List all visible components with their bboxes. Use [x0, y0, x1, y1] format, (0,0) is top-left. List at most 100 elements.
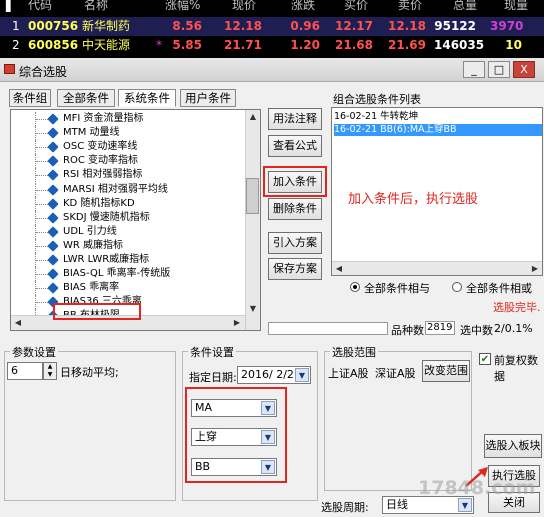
indicator-tree[interactable]: MFI 资金流量指标 MTM 动量线 OSC 变动速率线 ROC 变动率指标 RSI 相… [10, 109, 261, 331]
import-plan-button[interactable]: 引入方案 [268, 232, 322, 254]
row-price: 21.71 [224, 38, 262, 52]
scroll-right-icon[interactable]: ▶ [230, 316, 244, 330]
tree-item-label: OSC 变动速率线 [63, 141, 138, 153]
date-dropdown-icon[interactable]: ▼ [295, 368, 309, 382]
annotation-text: 加入条件后，执行选股 [348, 192, 479, 207]
row-vol: 146035 [434, 38, 485, 52]
row-pct: 8.56 [172, 19, 202, 33]
tree-item-label: LWR LWR威廉指标 [63, 254, 150, 265]
scroll-left-icon[interactable]: ◀ [11, 316, 25, 330]
chevron-down-icon[interactable]: ▼ [458, 498, 472, 512]
scroll-up-icon[interactable]: ▲ [246, 110, 260, 124]
row-pct: 5.85 [172, 38, 202, 52]
header-chg: 涨跌 [291, 0, 316, 12]
dialog-titlebar[interactable]: 综合选股 _ □ X [0, 58, 544, 82]
delete-condition-button[interactable]: 删除条件 [268, 198, 322, 220]
row-flag: * [156, 38, 162, 52]
row-index: 2 [12, 38, 20, 52]
param-desc: 日移动平均; [60, 366, 119, 379]
indicator-icon [47, 141, 59, 153]
indicator-icon [47, 254, 59, 266]
tree-vertical-scrollbar[interactable]: ▲ ▼ [245, 110, 260, 330]
row-ask: 21.69 [388, 38, 426, 52]
param-spinner[interactable]: ▲ ▼ [43, 362, 57, 380]
row-price: 12.18 [224, 19, 262, 33]
tree-item-label: MARSI 相对强弱平均线 [63, 183, 168, 195]
quote-row[interactable]: 2 600856 中天能源 * 5.85 21.71 1.20 21.68 21… [0, 36, 544, 55]
period-value: 日线 [386, 498, 408, 511]
param-value-input[interactable]: 6 [7, 362, 43, 380]
select-operator[interactable]: 上穿 ▼ [191, 428, 277, 446]
usage-notes-button[interactable]: 用法注释 [268, 108, 322, 130]
quote-row[interactable]: 1 000756 新华制药 8.56 12.18 0.96 12.17 12.1… [0, 17, 544, 36]
scroll-right-icon[interactable]: ▶ [528, 262, 542, 276]
tab-user-conditions[interactable]: 用户条件 [180, 89, 236, 107]
indicator-icon [47, 113, 59, 125]
tree-item-label: UDL 引力线 [63, 225, 117, 237]
row-cur: 10 [505, 38, 522, 52]
combo-list-label: 组合选股条件列表 [333, 93, 421, 106]
list-item[interactable]: 16-02-21 BB(6):MA上穿BB [334, 124, 542, 136]
add-to-board-button[interactable]: 选股入板块 [484, 434, 542, 458]
count-label: 品种数 [391, 324, 424, 337]
row-code: 000756 [28, 19, 79, 33]
header-ask: 卖价 [398, 0, 423, 12]
chevron-down-icon[interactable]: ▼ [261, 460, 275, 474]
indicator-icon [47, 282, 59, 294]
indicator-icon [47, 268, 59, 280]
watermark: 17848.com [418, 477, 536, 499]
select-a-value: MA [195, 401, 213, 414]
view-formula-button[interactable]: 查看公式 [268, 135, 322, 157]
change-range-button[interactable]: 改变范围 [422, 360, 470, 382]
maximize-button[interactable]: □ [488, 61, 510, 78]
scroll-down-icon[interactable]: ▼ [246, 302, 260, 316]
tab-all-conditions[interactable]: 全部条件 [57, 89, 115, 107]
minimize-button[interactable]: _ [463, 61, 485, 78]
header-pct: 涨幅% [165, 0, 201, 12]
radio-or[interactable] [452, 282, 462, 292]
range-sz: 深证A股 [375, 367, 416, 380]
save-plan-button[interactable]: 保存方案 [268, 258, 322, 280]
select-op-value: 上穿 [195, 430, 217, 443]
row-chg: 1.20 [290, 38, 320, 52]
indicator-icon [47, 197, 59, 210]
radio-or-label: 全部条件相或 [466, 282, 532, 295]
row-cur: 3970 [490, 19, 524, 33]
prior-rights-checkbox[interactable]: ✔ [479, 353, 491, 365]
date-value: 2016/ 2/21 [241, 368, 301, 381]
select-indicator-a[interactable]: MA ▼ [191, 399, 277, 417]
close-window-button[interactable]: X [513, 61, 535, 78]
row-name: 中天能源 [82, 38, 131, 52]
highlight-bb-indicator [53, 303, 141, 320]
select-indicator-b[interactable]: BB ▼ [191, 458, 277, 476]
radio-and[interactable] [350, 282, 360, 292]
header-index-marker: ▌ [6, 0, 16, 12]
tree-item-label: MFI 资金流量指标 [63, 113, 144, 124]
tree-item-label: ROC 变动率指标 [63, 155, 138, 167]
list-horizontal-scrollbar[interactable]: ◀ ▶ [332, 261, 542, 275]
header-bid: 买价 [344, 0, 369, 12]
quote-table-header: ▌ 代码 名称 涨幅% 现价 涨跌 买价 卖价 总量 现量 [0, 0, 544, 15]
radio-and-label: 全部条件相与 [364, 282, 430, 295]
header-code: 代码 [28, 0, 53, 12]
indicator-icon [47, 212, 59, 224]
scroll-left-icon[interactable]: ◀ [332, 262, 346, 276]
scroll-thumb[interactable] [246, 178, 259, 214]
row-ask: 12.18 [388, 19, 426, 33]
date-picker[interactable]: 2016/ 2/21 ▼ [237, 366, 311, 384]
tab-system-conditions[interactable]: 系统条件 [118, 89, 176, 107]
indicator-icon [47, 183, 59, 196]
list-item[interactable]: 16-02-21 牛转乾坤 [334, 111, 418, 123]
row-code: 600856 [28, 38, 79, 52]
chevron-down-icon[interactable]: ▼ [261, 401, 275, 415]
indicator-icon [47, 240, 59, 252]
tree-item-label: SKDJ 慢速随机指标 [63, 211, 150, 223]
tab-condition-group[interactable]: 条件组 [9, 89, 51, 107]
select-b-value: BB [195, 460, 211, 473]
row-index: 1 [12, 19, 20, 33]
tree-item-label: RSI 相对强弱指标 [63, 169, 143, 181]
row-vol: 95122 [434, 19, 476, 33]
app-icon [4, 64, 15, 74]
indicator-icon [47, 127, 59, 139]
chevron-down-icon[interactable]: ▼ [261, 430, 275, 444]
